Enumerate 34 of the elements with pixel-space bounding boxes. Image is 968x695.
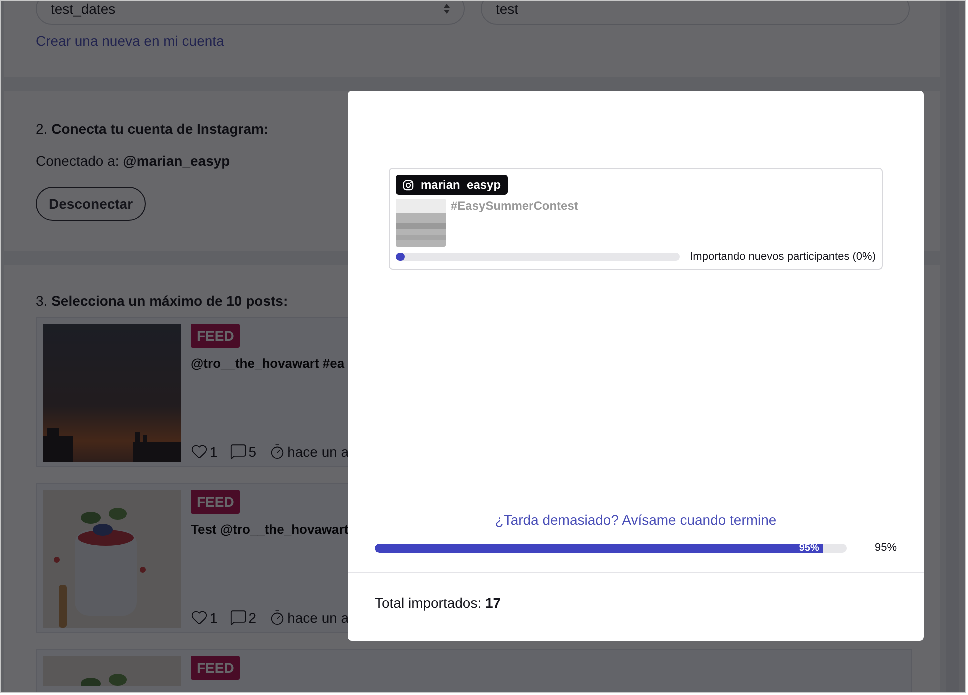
instagram-icon (403, 180, 414, 190)
like-count: 1 (210, 444, 218, 460)
heart-icon (191, 443, 208, 460)
timer-icon (268, 443, 286, 460)
comment-count: 5 (248, 444, 257, 460)
select-arrows-icon (444, 4, 450, 14)
post-caption: @tro__the_hovawart #ea (191, 356, 346, 371)
post-caption: Test @tro__the_hovawart (191, 522, 350, 537)
connected-account: Conectado a: @marian_easyp (36, 153, 230, 169)
import-total: Total importados: 17 (348, 572, 924, 641)
feed-badge: FEED (191, 324, 240, 348)
import-status: Importando nuevos participantes (0%) (690, 251, 876, 263)
comment-count: 2 (248, 610, 257, 626)
progress-fill: 95% (375, 544, 824, 552)
comment-icon (230, 443, 247, 460)
post-card[interactable]: FEED (36, 649, 912, 692)
feed-badge: FEED (191, 490, 240, 514)
disconnect-button[interactable]: Desconectar (36, 187, 146, 221)
comment-icon (230, 609, 247, 626)
like-count: 1 (210, 610, 218, 626)
timer-icon (268, 609, 286, 626)
hashtag: #EasySummerContest (451, 199, 578, 215)
heart-icon (191, 609, 208, 626)
create-link[interactable]: Crear una nueva en mi cuenta (36, 33, 224, 49)
name-field[interactable]: test (481, 1, 910, 25)
list-select[interactable]: test_dates (36, 1, 465, 25)
post-time: hace un a (288, 610, 350, 626)
notify-link[interactable]: ¿Tarda demasiado? Avísame cuando termine (495, 512, 777, 528)
progress-reading: 95% (874, 542, 897, 554)
post-time: hace un a (288, 444, 350, 460)
account-tag: marian_easyp (396, 175, 508, 195)
section-heading: 3. Selecciona un máximo de 10 posts: (36, 293, 288, 309)
section-heading: 2. Conecta tu cuenta de Instagram: (36, 121, 269, 137)
feed-badge: FEED (191, 656, 240, 680)
